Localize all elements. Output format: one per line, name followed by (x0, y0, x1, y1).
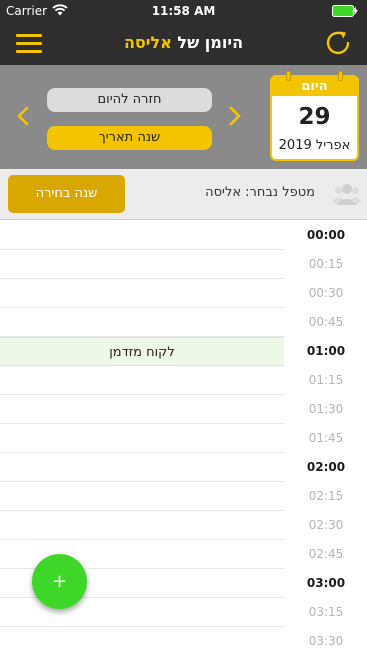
change-date-button[interactable]: שנה תאריך (47, 126, 212, 150)
time-label: 02:45 (308, 547, 344, 561)
selected-therapist-label: מטפל נבחר: אליסה (205, 185, 315, 200)
time-label: 01:45 (308, 431, 344, 445)
time-slot[interactable] (0, 279, 284, 308)
time-row: 00:00 (0, 221, 367, 250)
time-row: 02:00 (0, 453, 367, 482)
time-slot[interactable] (0, 395, 284, 424)
therapist-selection-bar: שנה בחירה מטפל נבחר: אליסה (0, 169, 367, 220)
time-label: 03:15 (308, 605, 344, 619)
page-title: היומן של אליסה (0, 33, 367, 52)
time-label: 02:30 (308, 518, 344, 532)
time-slot[interactable] (0, 627, 284, 649)
time-slot[interactable] (0, 482, 284, 511)
calendar-date-card[interactable]: היום 29 אפריל 2019 (270, 71, 359, 161)
time-label: 03:00 (306, 576, 346, 590)
calendar-month-year: אפריל 2019 (278, 138, 351, 153)
calendar-ring-icon (286, 71, 291, 81)
time-label: 02:00 (306, 460, 346, 474)
time-slot[interactable] (0, 424, 284, 453)
previous-day-chevron-icon[interactable] (14, 103, 32, 129)
time-row: 00:45 (0, 308, 367, 337)
time-label: 03:30 (308, 634, 344, 648)
time-row: 02:15 (0, 482, 367, 511)
time-row: 03:30 (0, 627, 367, 649)
time-row: לקוח מזדמן 01:00 (0, 337, 367, 366)
back-to-today-button[interactable]: חזרה להיום (47, 88, 212, 112)
date-panel: חזרה להיום שנה תאריך היום 29 אפריל 2019 (0, 65, 367, 169)
time-slot[interactable] (0, 308, 284, 337)
time-row: 01:45 (0, 424, 367, 453)
status-clock: 11:58 AM (151, 4, 216, 18)
time-label: 01:30 (308, 402, 344, 416)
calendar-header: היום (272, 77, 357, 96)
time-row: 01:30 (0, 395, 367, 424)
time-row: 02:30 (0, 511, 367, 540)
time-slot[interactable] (0, 453, 284, 482)
add-appointment-button[interactable]: + (32, 554, 87, 609)
time-slot[interactable] (0, 366, 284, 395)
status-bar: Carrier 11:58 AM (0, 0, 367, 22)
appointment-slot[interactable]: לקוח מזדמן (0, 337, 284, 366)
calendar-ring-icon (338, 71, 343, 81)
appointment-title: לקוח מזדמן (109, 345, 175, 360)
time-label: 02:15 (308, 489, 344, 503)
refresh-icon[interactable] (323, 28, 353, 58)
time-label: 00:45 (308, 315, 344, 329)
group-users-icon (333, 184, 361, 205)
time-label: 01:00 (306, 344, 346, 358)
time-slot[interactable] (0, 511, 284, 540)
change-selection-button[interactable]: שנה בחירה (8, 175, 125, 213)
time-label: 00:15 (308, 257, 344, 271)
time-label: 00:00 (306, 228, 346, 242)
time-row: 00:15 (0, 250, 367, 279)
time-label: 00:30 (308, 286, 344, 300)
time-row: 01:15 (0, 366, 367, 395)
battery-charging-icon (332, 5, 358, 17)
time-row: 00:30 (0, 279, 367, 308)
time-label: 01:15 (308, 373, 344, 387)
calendar-day: 29 (298, 104, 331, 130)
time-slot[interactable] (0, 250, 284, 279)
title-name: אליסה (123, 33, 172, 52)
title-prefix: היומן של (171, 33, 244, 52)
app-header: היומן של אליסה (0, 22, 367, 65)
time-slot[interactable] (0, 221, 284, 250)
next-day-chevron-icon[interactable] (226, 103, 244, 129)
